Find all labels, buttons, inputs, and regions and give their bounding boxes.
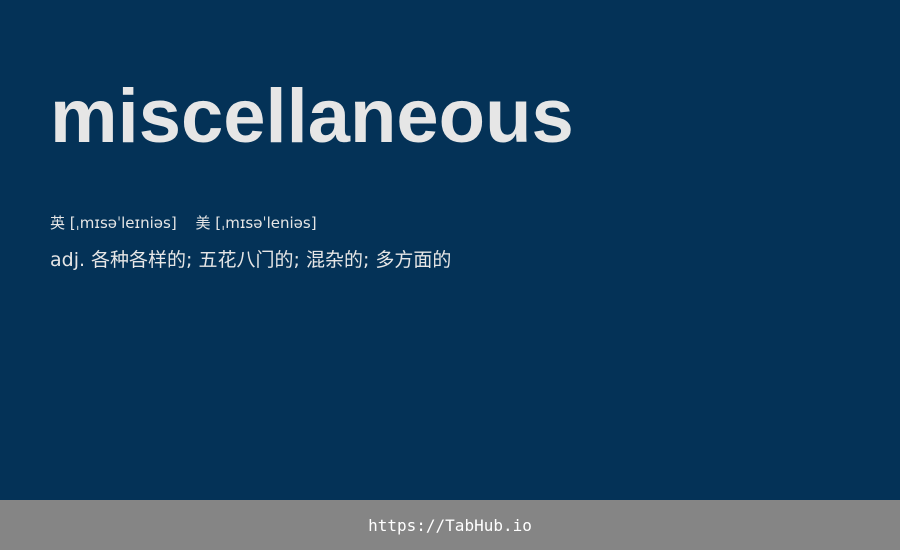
footer-link[interactable]: https://TabHub.io [368, 516, 532, 535]
phonetic-uk: 英 [ˌmɪsəˈleɪniəs] [50, 212, 177, 234]
word-card: miscellaneous 英 [ˌmɪsəˈleɪniəs] 美 [ˌmɪsə… [0, 0, 900, 500]
phonetic-us-ipa: [ˌmɪsəˈleniəs] [215, 214, 317, 232]
phonetic-us: 美 [ˌmɪsəˈleniəs] [195, 212, 316, 234]
headword: miscellaneous [50, 74, 574, 159]
footer-bar: https://TabHub.io [0, 500, 900, 550]
definition-text: adj. 各种各样的; 五花八门的; 混杂的; 多方面的 [50, 249, 452, 271]
phonetic-us-label: 美 [195, 214, 211, 232]
phonetics-row: 英 [ˌmɪsəˈleɪniəs] 美 [ˌmɪsəˈleniəs] [50, 212, 317, 234]
phonetic-uk-ipa: [ˌmɪsəˈleɪniəs] [69, 214, 177, 232]
phonetic-uk-label: 英 [50, 214, 66, 232]
